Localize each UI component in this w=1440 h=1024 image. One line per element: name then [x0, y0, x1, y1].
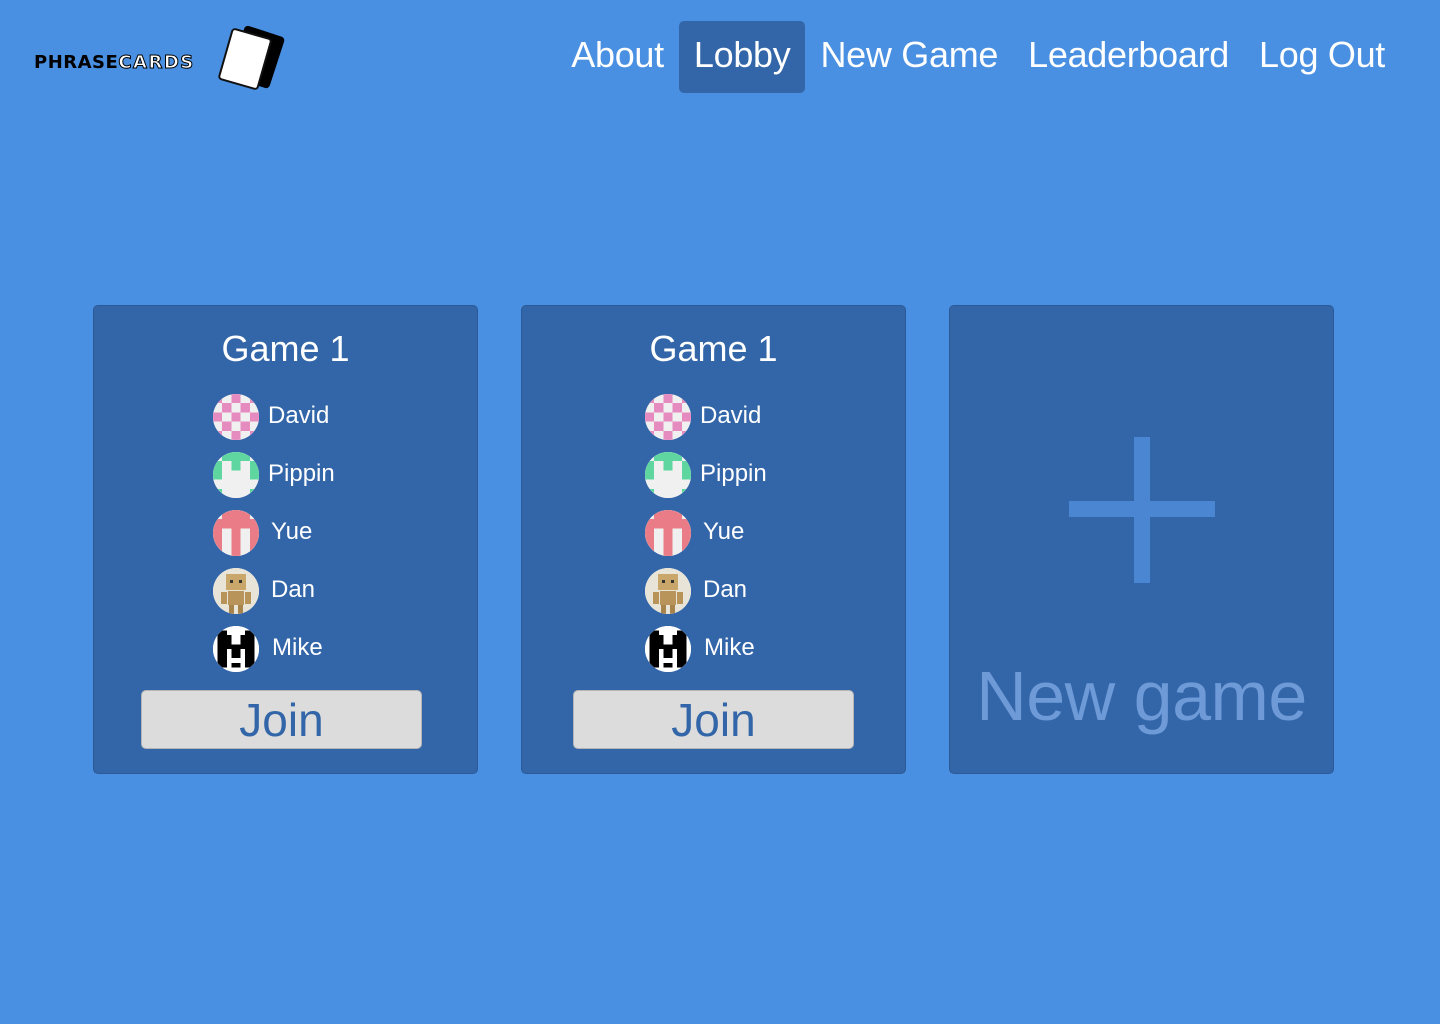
avatar-cardboard-robot-icon	[213, 568, 259, 614]
avatar-red-identicon-icon	[645, 510, 691, 556]
player-item: David	[213, 392, 453, 450]
game-title: Game 1	[649, 328, 778, 369]
player-item: Pippin	[645, 450, 885, 508]
player-item: David	[645, 392, 885, 450]
avatar-cardboard-robot-icon	[645, 568, 691, 614]
nav-about[interactable]: About	[556, 21, 679, 93]
avatar-pink-checker-icon	[213, 394, 259, 440]
join-button[interactable]: Join	[141, 690, 422, 749]
player-name: Pippin	[268, 460, 335, 487]
new-game-card[interactable]: New game	[949, 305, 1334, 774]
player-name: Dan	[271, 576, 316, 603]
player-list: David Pippin Yue Dan Mike	[213, 392, 453, 682]
player-item: Mike	[645, 624, 885, 682]
player-name: Dan	[703, 576, 748, 603]
player-name: Yue	[271, 518, 313, 545]
header: PHRASECARDS About Lobby New Game Leaderb…	[0, 0, 1440, 110]
avatar-red-identicon-icon	[213, 510, 259, 556]
logo-text: PHRASECARDS	[34, 52, 195, 74]
join-button[interactable]: Join	[573, 690, 854, 749]
player-item: Pippin	[213, 450, 453, 508]
game-cards: Game 1 David Pippin Yue Dan Mike Join Ga…	[93, 305, 1334, 774]
game-card: Game 1 David Pippin Yue Dan Mike Join	[93, 305, 478, 774]
game-card: Game 1 David Pippin Yue Dan Mike Join	[521, 305, 906, 774]
avatar-m-identicon-icon	[213, 626, 259, 672]
player-name: Yue	[703, 518, 745, 545]
game-title: Game 1	[221, 328, 350, 369]
player-item: Yue	[213, 508, 453, 566]
logo[interactable]: PHRASECARDS	[34, 24, 286, 91]
plus-icon	[1069, 437, 1215, 583]
logo-text-part2: CARDS	[118, 52, 195, 74]
player-item: Dan	[213, 566, 453, 624]
new-game-label: New game	[976, 657, 1307, 735]
player-name: Pippin	[700, 460, 767, 487]
nav-new-game[interactable]: New Game	[805, 21, 1013, 93]
player-name: David	[268, 402, 330, 429]
avatar-green-identicon-icon	[213, 452, 259, 498]
player-item: Yue	[645, 508, 885, 566]
player-name: David	[700, 402, 762, 429]
player-name: Mike	[704, 634, 755, 661]
avatar-pink-checker-icon	[645, 394, 691, 440]
player-item: Dan	[645, 566, 885, 624]
player-name: Mike	[272, 634, 323, 661]
player-list: David Pippin Yue Dan Mike	[645, 392, 885, 682]
logo-text-part1: PHRASE	[34, 52, 119, 73]
nav-lobby[interactable]: Lobby	[678, 21, 806, 93]
nav-leaderboard[interactable]: Leaderboard	[1013, 21, 1244, 93]
avatar-green-identicon-icon	[645, 452, 691, 498]
nav-log-out[interactable]: Log Out	[1244, 21, 1400, 93]
main-nav: About Lobby New Game Leaderboard Log Out	[556, 21, 1400, 93]
player-item: Mike	[213, 624, 453, 682]
avatar-m-identicon-icon	[645, 626, 691, 672]
